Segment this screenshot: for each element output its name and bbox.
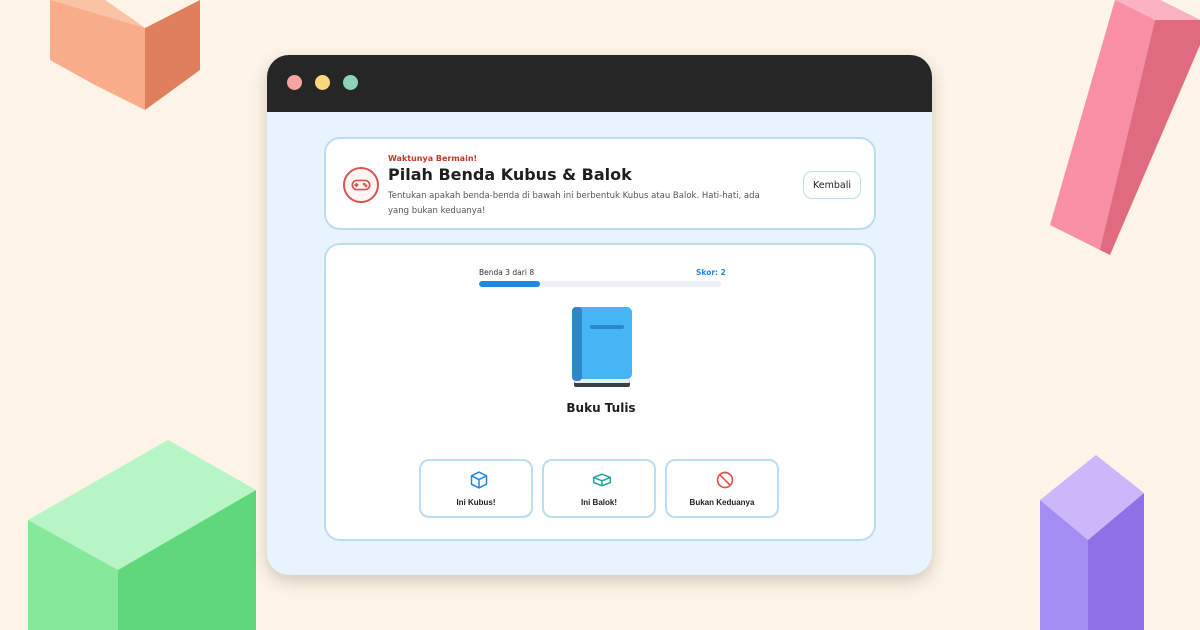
book-icon bbox=[572, 307, 632, 387]
cuboid-icon bbox=[592, 473, 612, 487]
progress-bar-fill bbox=[479, 281, 540, 287]
minimize-window-button[interactable] bbox=[315, 75, 330, 90]
orange-cube-decoration bbox=[50, 0, 200, 110]
game-card: Benda 3 dari 8 Skor: 2 Buku Tulis Ini Ku… bbox=[324, 243, 876, 541]
window-titlebar bbox=[267, 55, 932, 112]
prohibited-icon bbox=[716, 471, 734, 489]
progress-label: Benda 3 dari 8 bbox=[479, 268, 535, 277]
pink-bar-decoration bbox=[1050, 0, 1200, 255]
green-block-decoration bbox=[28, 440, 256, 630]
score-label: Skor: 2 bbox=[696, 268, 726, 277]
neither-choice-label: Bukan Keduanya bbox=[689, 498, 755, 507]
cube-icon bbox=[470, 471, 488, 489]
object-name: Buku Tulis bbox=[566, 401, 636, 415]
page-title: Pilah Benda Kubus & Balok bbox=[388, 165, 632, 184]
gamepad-icon bbox=[343, 167, 379, 203]
cube-choice-button[interactable]: Ini Kubus! bbox=[419, 459, 533, 518]
back-button[interactable]: Kembali bbox=[803, 171, 861, 199]
page-description: Tentukan apakah benda-benda di bawah ini… bbox=[388, 191, 760, 216]
cuboid-choice-button[interactable]: Ini Balok! bbox=[542, 459, 656, 518]
header-kicker: Waktunya Bermain! bbox=[388, 154, 478, 163]
browser-window: Waktunya Bermain! Pilah Benda Kubus & Ba… bbox=[267, 55, 932, 575]
purple-block-decoration bbox=[1040, 455, 1144, 630]
close-window-button[interactable] bbox=[287, 75, 302, 90]
maximize-window-button[interactable] bbox=[343, 75, 358, 90]
progress-bar bbox=[479, 281, 721, 287]
cube-choice-label: Ini Kubus! bbox=[456, 498, 496, 507]
neither-choice-button[interactable]: Bukan Keduanya bbox=[665, 459, 779, 518]
header-card: Waktunya Bermain! Pilah Benda Kubus & Ba… bbox=[324, 137, 876, 230]
cuboid-choice-label: Ini Balok! bbox=[580, 498, 617, 507]
